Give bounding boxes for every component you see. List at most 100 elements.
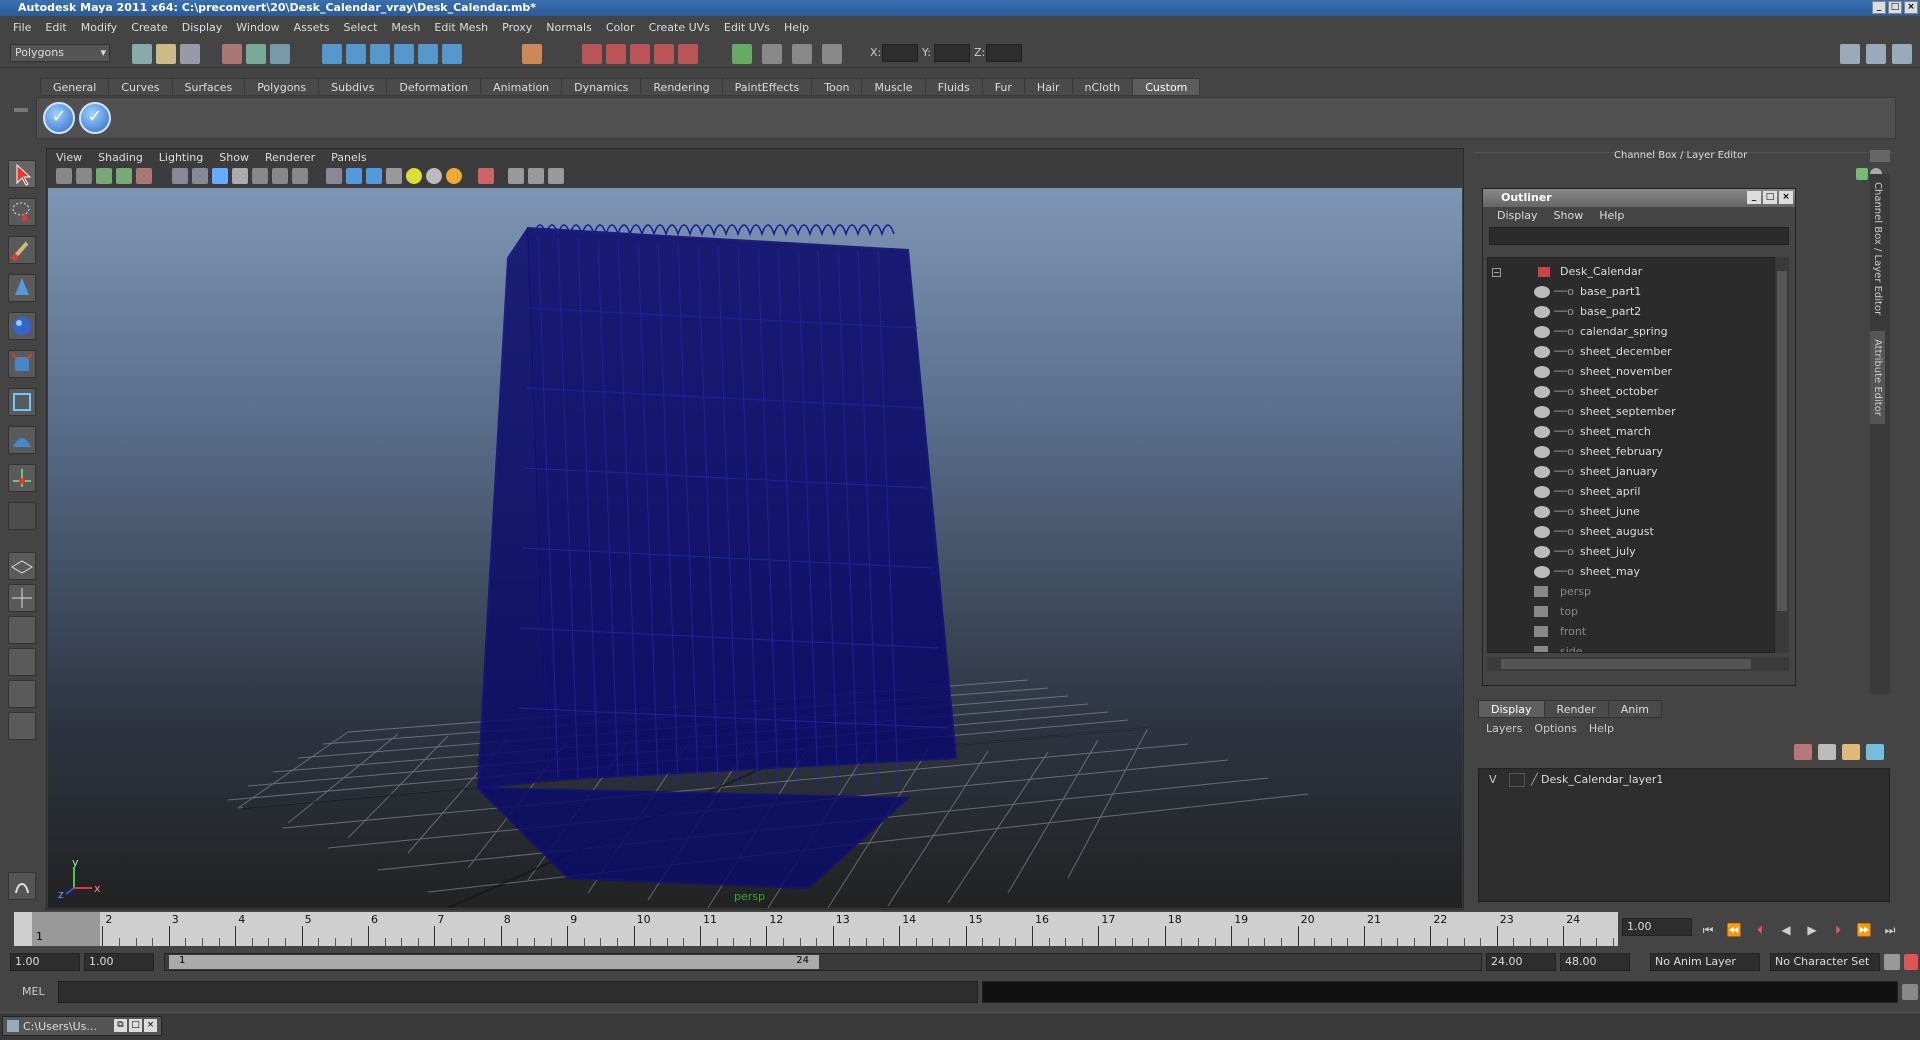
move-layer-down-icon[interactable] (1818, 744, 1836, 760)
channel-box-icon[interactable] (1892, 44, 1912, 64)
y-field[interactable] (934, 44, 970, 62)
collapse-icon[interactable]: − (1492, 268, 1501, 277)
key-icon[interactable] (1856, 168, 1868, 180)
menu-mesh[interactable]: Mesh (384, 21, 427, 34)
lasso-tool-icon[interactable] (8, 198, 36, 226)
play-backwards-icon[interactable]: ◀ (1776, 920, 1796, 940)
textured-icon[interactable] (386, 168, 402, 184)
go-to-start-icon[interactable]: ⏮ (1698, 920, 1718, 940)
layout-more-icon[interactable] (8, 740, 36, 756)
tab-muscle[interactable]: Muscle (861, 78, 926, 96)
snap-surface-icon[interactable] (418, 44, 438, 64)
layer-color-icon[interactable]: ╱ (1531, 773, 1538, 786)
outliner-root-row[interactable]: − Desk_Calendar (1488, 262, 1774, 282)
vp-menu-view[interactable]: View (48, 150, 90, 166)
soft-modification-icon[interactable] (8, 426, 36, 454)
menu-normals[interactable]: Normals (539, 21, 599, 34)
range-slider[interactable]: 1 24 (164, 953, 1482, 971)
minimize-icon[interactable]: _ (1747, 191, 1761, 204)
new-layer-icon[interactable] (1842, 744, 1860, 760)
paint-select-tool-icon[interactable] (8, 236, 36, 264)
single-perspective-layout-icon[interactable] (8, 552, 36, 580)
tab-ncloth[interactable]: nCloth (1071, 78, 1134, 96)
tab-display-layers[interactable]: Display (1478, 700, 1545, 718)
tab-general[interactable]: General (40, 78, 110, 96)
minimize-button[interactable]: _ (1872, 1, 1886, 14)
tab-render-layers[interactable]: Render (1543, 700, 1609, 718)
range-slider-handle[interactable]: 1 24 (169, 955, 819, 969)
tab-rendering[interactable]: Rendering (640, 78, 723, 96)
menu-color[interactable]: Color (599, 21, 642, 34)
grid-toggle-icon[interactable] (172, 168, 188, 184)
bookmark-icon[interactable] (96, 168, 112, 184)
checkmark-icon[interactable]: ✓ (79, 102, 111, 134)
perspective-viewport[interactable]: y x z persp (48, 188, 1462, 908)
panel-close-icon[interactable] (1870, 150, 1890, 162)
outliner-menu-help[interactable]: Help (1591, 207, 1632, 225)
graph-persp-layout-icon[interactable] (8, 648, 36, 676)
wireframe-on-shaded-icon[interactable] (366, 168, 382, 184)
smooth-shade-icon[interactable] (346, 168, 362, 184)
side-tab-channel-box[interactable]: Channel Box / Layer Editor (1870, 174, 1885, 323)
isolate-select-icon[interactable] (508, 168, 524, 184)
menu-file[interactable]: File (6, 21, 38, 34)
mode-selector[interactable]: Polygons ▾ (10, 44, 110, 62)
outliner-camera-side[interactable]: side (1488, 642, 1774, 652)
tab-surfaces[interactable]: Surfaces (171, 78, 246, 96)
close-icon[interactable]: × (144, 1019, 157, 1032)
maximize-icon[interactable]: □ (1763, 191, 1777, 204)
ipr-render-icon[interactable] (606, 44, 626, 64)
snap-plane-icon[interactable] (394, 44, 414, 64)
show-hide-channel-box-icon[interactable] (822, 44, 842, 64)
taskbar-item[interactable]: C:\Users\Us... ⧉ □ × (2, 1016, 162, 1036)
select-hierarchy-icon[interactable] (222, 44, 242, 64)
select-component-icon[interactable] (270, 44, 290, 64)
last-tool-icon[interactable] (8, 502, 36, 530)
step-back-key-icon[interactable]: ⏪ (1724, 920, 1744, 940)
two-d-pan-icon[interactable] (136, 168, 152, 184)
outliner-item-sheet-june[interactable]: ──o sheet_june (1488, 502, 1774, 522)
render-settings-icon[interactable] (630, 44, 650, 64)
menu-proxy[interactable]: Proxy (495, 21, 539, 34)
outliner-item-sheet-february[interactable]: ──o sheet_february (1488, 442, 1774, 462)
rotate-tool-icon[interactable] (8, 312, 36, 340)
playback-end-field[interactable]: 24.00 (1486, 953, 1556, 971)
shadows-icon[interactable] (446, 168, 462, 184)
step-forward-frame-icon[interactable]: ⏵ (1828, 920, 1848, 940)
outliner-item-sheet-september[interactable]: ──o sheet_september (1488, 402, 1774, 422)
all-lights-icon[interactable] (426, 168, 442, 184)
close-button[interactable]: × (1904, 1, 1918, 14)
scrollbar-thumb[interactable] (1501, 659, 1751, 669)
tab-deformation[interactable]: Deformation (386, 78, 482, 96)
construction-history-icon[interactable] (522, 44, 542, 64)
layer-menu-layers[interactable]: Layers (1480, 722, 1528, 735)
outliner-item-sheet-march[interactable]: ──o sheet_march (1488, 422, 1774, 442)
show-hide-tool-settings-icon[interactable] (792, 44, 812, 64)
snap-grid-icon[interactable] (322, 44, 342, 64)
field-chart-icon[interactable] (252, 168, 268, 184)
image-plane-icon[interactable] (116, 168, 132, 184)
camera-select-icon[interactable] (56, 168, 72, 184)
layer-playback-toggle[interactable] (1509, 773, 1525, 787)
wireframe-icon[interactable] (326, 168, 342, 184)
select-tool-icon[interactable] (8, 160, 36, 188)
outliner-vertical-scrollbar[interactable] (1775, 257, 1789, 653)
tab-hair[interactable]: Hair (1023, 78, 1073, 96)
camera-attributes-icon[interactable] (76, 168, 92, 184)
outliner-filter-field[interactable] (1489, 227, 1789, 245)
menu-modify[interactable]: Modify (74, 21, 124, 34)
default-light-icon[interactable] (406, 168, 422, 184)
attribute-editor-icon[interactable] (1840, 44, 1860, 64)
safe-title-icon[interactable] (292, 168, 308, 184)
outliner-item-sheet-october[interactable]: ──o sheet_october (1488, 382, 1774, 402)
preferences-icon[interactable] (1904, 954, 1918, 970)
script-editor-icon[interactable] (8, 872, 36, 900)
render-frame-icon[interactable] (582, 44, 602, 64)
maximize-button[interactable]: □ (1888, 1, 1902, 14)
outliner-menu-display[interactable]: Display (1489, 207, 1546, 225)
film-gate-icon[interactable] (192, 168, 208, 184)
current-time-marker[interactable]: 1 (32, 912, 100, 946)
outliner-item-base-part2[interactable]: ──o base_part2 (1488, 302, 1774, 322)
start-time-field[interactable]: 1.00 (10, 953, 80, 971)
menu-create[interactable]: Create (124, 21, 175, 34)
